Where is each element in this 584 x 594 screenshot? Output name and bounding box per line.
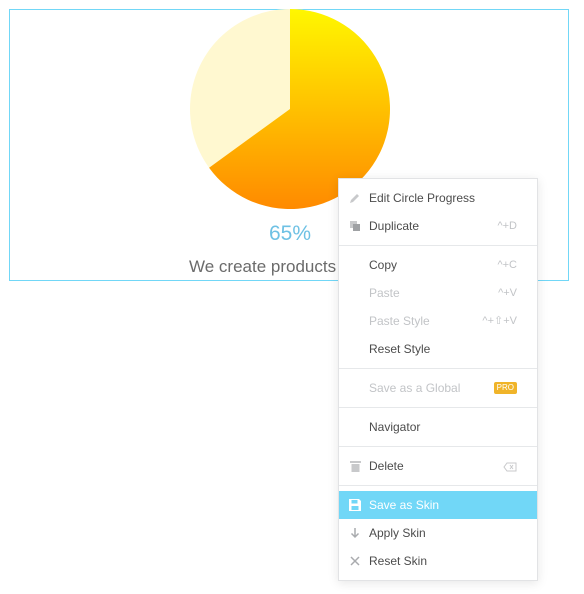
menu-item-paste: Paste ^+V [339, 279, 537, 307]
menu-item-reset-skin[interactable]: Reset Skin [339, 547, 537, 575]
menu-item-label: Save as a Global [369, 381, 461, 395]
shortcut-hint: ^+V [498, 287, 517, 299]
menu-item-apply-skin[interactable]: Apply Skin [339, 519, 537, 547]
pro-badge: PRO [493, 382, 517, 394]
shortcut-hint: ^+D [497, 220, 517, 232]
menu-item-edit-circle-progress[interactable]: Edit Circle Progress [339, 184, 537, 212]
menu-item-label: Duplicate [369, 219, 420, 233]
delete-key-icon [503, 461, 517, 472]
shortcut-hint: ^+⇧+V [482, 315, 517, 327]
menu-separator [339, 446, 537, 447]
menu-item-label: Copy [369, 258, 398, 272]
duplicate-icon [348, 219, 362, 233]
menu-item-save-as-skin[interactable]: Save as Skin [339, 491, 537, 519]
menu-item-navigator[interactable]: Navigator [339, 413, 537, 441]
menu-item-save-as-global: Save as a Global PRO [339, 374, 537, 402]
pencil-icon [348, 191, 362, 205]
menu-item-delete[interactable]: Delete [339, 452, 537, 480]
menu-item-label: Reset Skin [369, 554, 428, 568]
close-icon [348, 554, 362, 568]
menu-item-label: Save as Skin [369, 498, 440, 512]
save-icon [348, 498, 362, 512]
menu-item-label: Delete [369, 459, 404, 473]
menu-item-label: Navigator [369, 420, 421, 434]
menu-item-label: Apply Skin [369, 526, 426, 540]
menu-separator [339, 368, 537, 369]
menu-separator [339, 245, 537, 246]
menu-separator [339, 485, 537, 486]
menu-item-duplicate[interactable]: Duplicate ^+D [339, 212, 537, 240]
menu-item-label: Paste [369, 286, 400, 300]
menu-item-label: Paste Style [369, 314, 430, 328]
menu-item-paste-style: Paste Style ^+⇧+V [339, 307, 537, 335]
menu-item-reset-style[interactable]: Reset Style [339, 335, 537, 363]
menu-item-label: Edit Circle Progress [369, 191, 476, 205]
menu-item-label: Reset Style [369, 342, 431, 356]
context-menu: Edit Circle Progress Duplicate ^+D Copy … [338, 178, 538, 581]
progress-caption: We create products [189, 257, 337, 276]
shortcut-hint: ^+C [497, 259, 517, 271]
progress-percent: 65% [268, 222, 312, 245]
trash-icon [348, 459, 362, 473]
menu-item-copy[interactable]: Copy ^+C [339, 251, 537, 279]
menu-separator [339, 407, 537, 408]
arrow-down-icon [348, 526, 362, 540]
